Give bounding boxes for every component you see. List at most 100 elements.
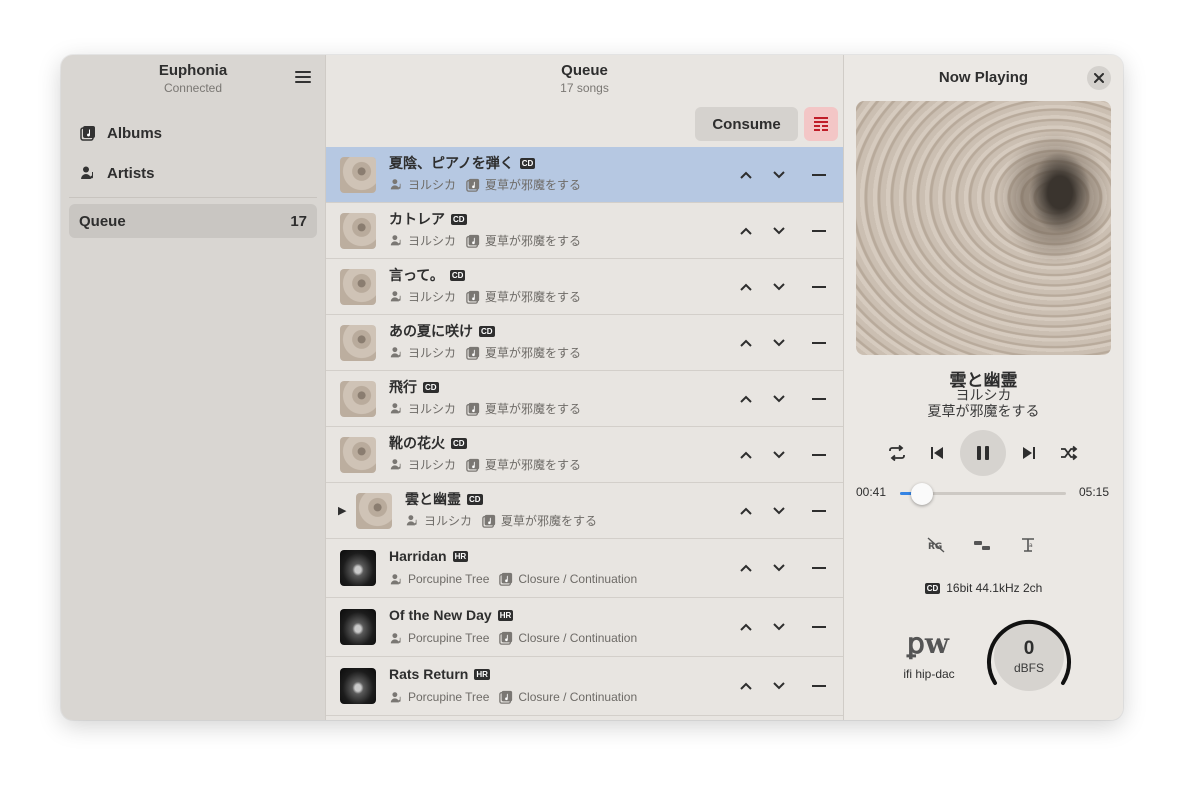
artist-icon: [389, 690, 403, 704]
album-icon: [466, 234, 480, 248]
move-down-button[interactable]: [770, 278, 788, 296]
remove-button[interactable]: [810, 390, 828, 408]
move-down-button[interactable]: [770, 446, 788, 464]
remove-icon: [812, 230, 826, 232]
song-title-text: 言って。: [389, 267, 444, 283]
shuffle-button[interactable]: [1057, 441, 1081, 465]
quality-badge: CD: [451, 437, 467, 449]
album-icon: [466, 178, 480, 192]
chevron-up-icon: [740, 623, 752, 631]
move-down-button[interactable]: [770, 334, 788, 352]
chevron-up-icon: [740, 564, 752, 572]
artist-icon: [389, 346, 403, 360]
queue-row[interactable]: カトレア CD ヨルシカ 夏草が邪魔をする: [326, 203, 843, 259]
play-pause-button[interactable]: [960, 430, 1006, 476]
seek-slider[interactable]: [900, 483, 1066, 505]
album-thumbnail: [340, 213, 376, 249]
sidebar: Euphonia Connected Albums Artists Queue …: [61, 55, 326, 720]
next-track-button[interactable]: [1017, 441, 1041, 465]
queue-row[interactable]: Of the New Day HR Porcupine Tree Closure / …: [326, 598, 843, 657]
song-album: 夏草が邪魔をする: [485, 234, 582, 248]
artist-icon: [389, 290, 403, 304]
queue-list: 夏陰、ピアノを弾く CD ヨルシカ 夏草が邪魔をする カトレア CD ヨルシカ 夏草が邪魔をす…: [326, 147, 843, 720]
previous-track-button[interactable]: [925, 441, 949, 465]
remove-button[interactable]: [810, 502, 828, 520]
remove-button[interactable]: [810, 278, 828, 296]
remove-button[interactable]: [810, 618, 828, 636]
move-down-button[interactable]: [770, 390, 788, 408]
queue-row[interactable]: 靴の花火 CD ヨルシカ 夏草が邪魔をする: [326, 427, 843, 483]
remove-icon: [812, 626, 826, 628]
move-up-button[interactable]: [737, 446, 755, 464]
move-up-button[interactable]: [737, 278, 755, 296]
song-title-text: 飛行: [389, 379, 417, 395]
chevron-down-icon: [773, 682, 785, 690]
move-up-button[interactable]: [737, 677, 755, 695]
move-up-button[interactable]: [737, 502, 755, 520]
album-thumbnail: [340, 269, 376, 305]
sidebar-item-queue[interactable]: Queue 17: [69, 204, 317, 238]
queue-row[interactable]: 飛行 CD ヨルシカ 夏草が邪魔をする: [326, 371, 843, 427]
move-down-button[interactable]: [770, 222, 788, 240]
queue-row[interactable]: Harridan HR Porcupine Tree Closure / Contin…: [326, 539, 843, 598]
remove-button[interactable]: [810, 677, 828, 695]
sidebar-item-artists[interactable]: Artists: [69, 156, 317, 190]
artist-icon: [389, 178, 403, 192]
queue-row[interactable]: 言って。 CD ヨルシカ 夏草が邪魔をする: [326, 259, 843, 315]
stickers-button[interactable]: a: [1016, 533, 1040, 557]
replaygain-button[interactable]: RG: [924, 533, 948, 557]
song-artist: Porcupine Tree: [408, 572, 490, 586]
now-playing-panel: Now Playing 雲と幽霊 ヨルシカ 夏草が邪魔をする 00:41 05:…: [844, 55, 1123, 720]
remove-button[interactable]: [810, 446, 828, 464]
total-time: 05:15: [1079, 485, 1110, 499]
move-up-button[interactable]: [737, 166, 755, 184]
remove-icon: [812, 342, 826, 344]
sidebar-item-albums[interactable]: Albums: [69, 116, 317, 150]
hamburger-menu-icon[interactable]: [295, 71, 311, 85]
volume-level-value: 0: [1023, 638, 1035, 659]
remove-button[interactable]: [810, 222, 828, 240]
seek-handle[interactable]: [911, 483, 933, 505]
move-up-button[interactable]: [737, 559, 755, 577]
song-album: 夏草が邪魔をする: [485, 402, 582, 416]
quality-badge: HR: [497, 609, 514, 621]
queue-row[interactable]: Di...HR: [326, 716, 843, 720]
queue-row[interactable]: あの夏に咲け CD ヨルシカ 夏草が邪魔をする: [326, 315, 843, 371]
app-title: Euphonia: [158, 62, 228, 79]
crossfade-button[interactable]: [970, 533, 994, 557]
chevron-down-icon: [773, 339, 785, 347]
song-artist: Porcupine Tree: [408, 690, 490, 704]
album-thumbnail: [340, 668, 376, 704]
move-down-button[interactable]: [770, 502, 788, 520]
artist-icon: [389, 458, 403, 472]
pause-icon: [977, 446, 989, 460]
queue-view-toggle-button[interactable]: [804, 107, 838, 141]
album-thumbnail: [340, 550, 376, 586]
remove-button[interactable]: [810, 334, 828, 352]
move-down-button[interactable]: [770, 677, 788, 695]
queue-row[interactable]: Rats Return HR Porcupine Tree Closure / Con…: [326, 657, 843, 716]
song-album: 夏草が邪魔をする: [501, 514, 598, 528]
sidebar-item-label: Albums: [107, 124, 163, 142]
remove-button[interactable]: [810, 166, 828, 184]
move-up-button[interactable]: [737, 222, 755, 240]
lyrics-icon: a: [1022, 538, 1034, 552]
move-up-button[interactable]: [737, 390, 755, 408]
chevron-down-icon: [773, 283, 785, 291]
move-up-button[interactable]: [737, 334, 755, 352]
close-button[interactable]: [1087, 66, 1111, 90]
queue-row[interactable]: ▶ 雲と幽霊 CD ヨルシカ 夏草が邪魔をする: [326, 483, 843, 539]
consume-button[interactable]: Consume: [695, 107, 798, 141]
queue-row[interactable]: 夏陰、ピアノを弾く CD ヨルシカ 夏草が邪魔をする: [326, 147, 843, 203]
move-up-button[interactable]: [737, 618, 755, 636]
move-down-button[interactable]: [770, 166, 788, 184]
repeat-button[interactable]: [885, 441, 909, 465]
album-icon: [466, 346, 480, 360]
quality-badge: CD: [519, 157, 536, 169]
album-thumbnail: [340, 157, 376, 193]
remove-button[interactable]: [810, 559, 828, 577]
song-meta: ヨルシカ 夏草が邪魔をする: [405, 512, 597, 529]
move-down-button[interactable]: [770, 559, 788, 577]
queue-count: 17: [290, 212, 307, 230]
move-down-button[interactable]: [770, 618, 788, 636]
